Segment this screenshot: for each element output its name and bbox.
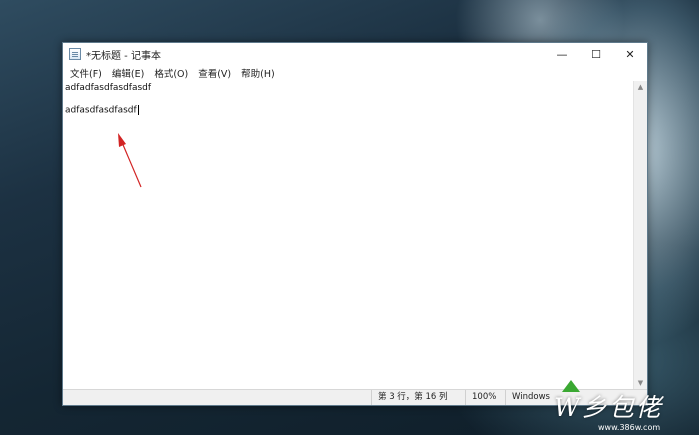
text-caret (137, 105, 139, 115)
editor-line-text: adfasdfasdfasdf (65, 105, 137, 116)
menu-format[interactable]: 格式(O) (149, 66, 193, 80)
site-logo: W乡包佬 www.386w.com (548, 378, 699, 435)
maximize-button[interactable]: ☐ (579, 43, 613, 65)
scroll-up-arrow-icon[interactable]: ▲ (634, 81, 647, 93)
title-bar[interactable]: *无标题 - 记事本 — ☐ ✕ (63, 43, 647, 65)
menu-edit[interactable]: 编辑(E) (107, 66, 149, 80)
window-title: *无标题 - 记事本 (86, 50, 161, 62)
window-controls: — ☐ ✕ (545, 43, 647, 65)
close-button[interactable]: ✕ (613, 43, 647, 65)
notepad-window: *无标题 - 记事本 — ☐ ✕ 文件(F) 编辑(E) 格式(O) 查看(V)… (62, 42, 648, 406)
vertical-scrollbar[interactable]: ▲ ▼ (633, 81, 647, 389)
menu-view[interactable]: 查看(V) (193, 66, 236, 80)
editor-line-current: adfasdfasdfasdf (65, 105, 631, 116)
minimize-button[interactable]: — (545, 43, 579, 65)
editor-line: adfadfasdfasdfasdf (65, 83, 152, 93)
text-editor[interactable]: adfadfasdfasdfasdf adfasdfasdfasdf (63, 81, 633, 389)
logo-text: W乡包佬 (554, 393, 663, 422)
logo-url: www.386w.com (598, 423, 661, 432)
menu-file[interactable]: 文件(F) (65, 66, 107, 80)
notepad-icon (69, 48, 81, 60)
menu-help[interactable]: 帮助(H) (236, 66, 280, 80)
menu-bar: 文件(F) 编辑(E) 格式(O) 查看(V) 帮助(H) (63, 65, 647, 81)
